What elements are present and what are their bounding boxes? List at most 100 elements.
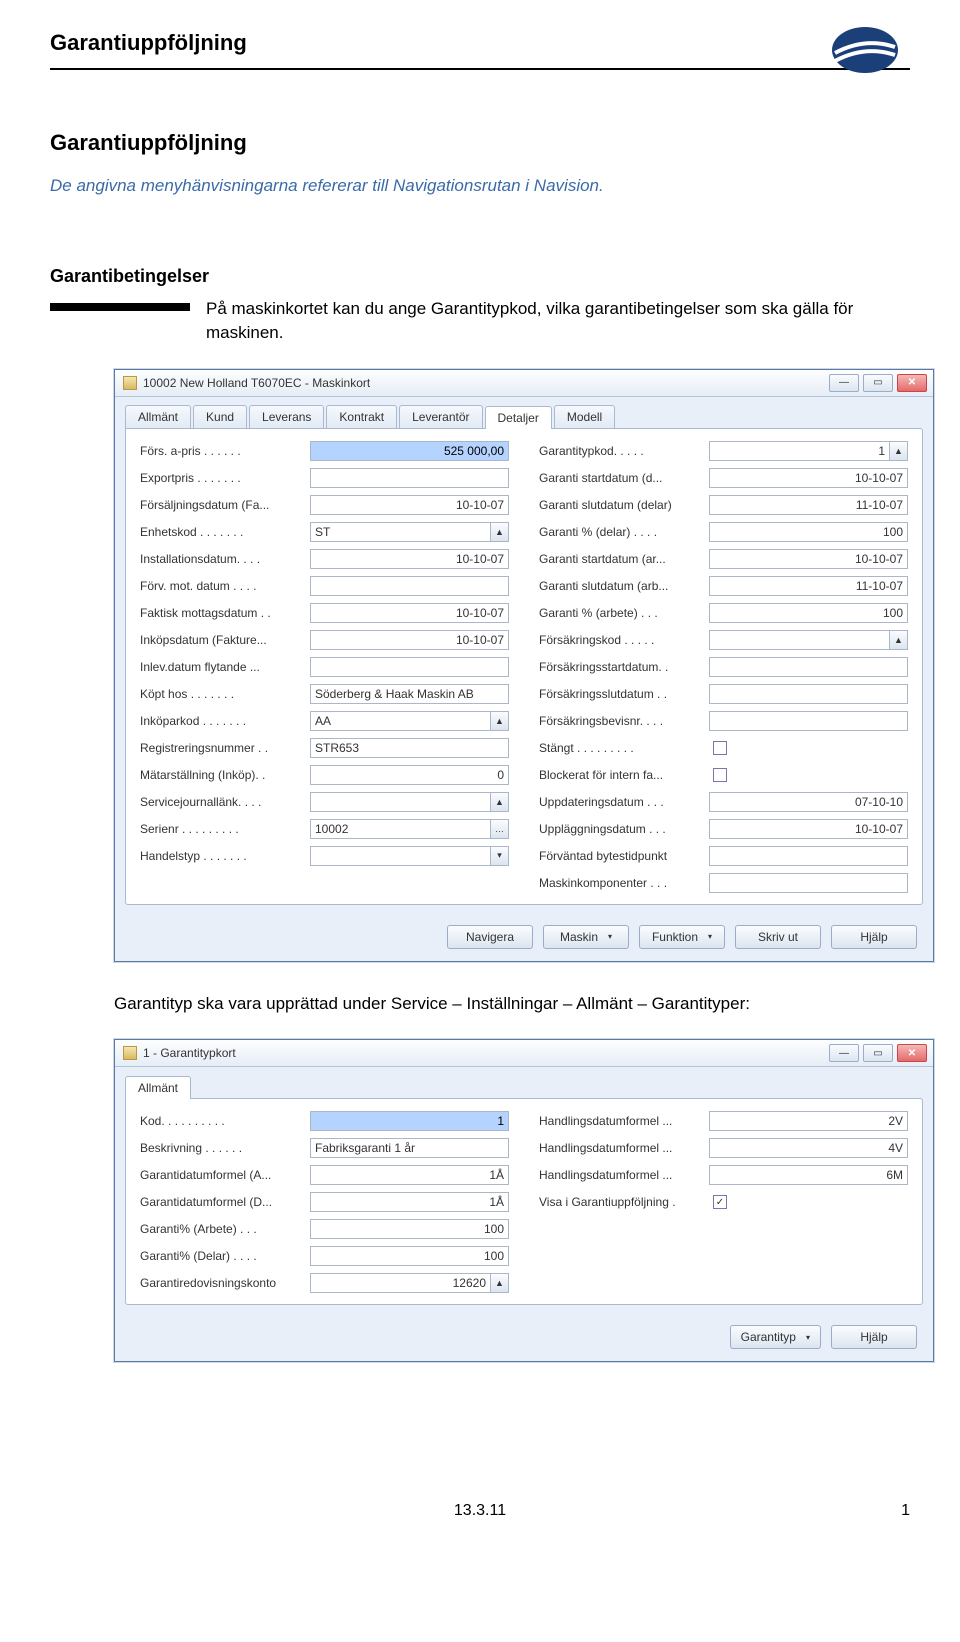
checkbox[interactable]: ✓ (713, 1195, 727, 1209)
text-input[interactable] (709, 684, 908, 704)
text-input[interactable]: 10-10-07 (310, 603, 509, 623)
field: Garanti slutdatum (arb...11-10-07 (539, 574, 908, 598)
text-input[interactable]: ST (310, 522, 491, 542)
section-underline (50, 303, 190, 311)
text-input[interactable] (310, 468, 509, 488)
field-label: Garanti startdatum (ar... (539, 552, 709, 566)
text-input[interactable]: 1Å (310, 1192, 509, 1212)
text-input[interactable]: 100 (310, 1219, 509, 1239)
text-input[interactable]: 10-10-07 (310, 630, 509, 650)
tab-kund[interactable]: Kund (193, 405, 247, 428)
text-input[interactable] (709, 630, 890, 650)
chevron-down-icon: ▾ (708, 932, 712, 941)
tab-modell[interactable]: Modell (554, 405, 615, 428)
text-input[interactable]: Fabriksgaranti 1 år (310, 1138, 509, 1158)
assist-button[interactable]: ▲ (491, 522, 509, 542)
minimize-button[interactable]: — (829, 374, 859, 392)
garantityp-button[interactable]: Garantityp▾ (730, 1325, 821, 1349)
field: Försäkringsslutdatum . . (539, 682, 908, 706)
text-input[interactable] (310, 846, 491, 866)
text-input[interactable] (709, 657, 908, 677)
text-input[interactable]: 1Å (310, 1165, 509, 1185)
field-label: Försäkringsbevisnr. . . . (539, 714, 709, 728)
skriv-ut-button[interactable]: Skriv ut (735, 925, 821, 949)
assist-button[interactable]: … (491, 819, 509, 839)
tab-allmänt[interactable]: Allmänt (125, 405, 191, 428)
field-label: Köpt hos . . . . . . . (140, 687, 310, 701)
chevron-down-icon: ▾ (806, 1333, 810, 1342)
section-heading-garantibetingelser: Garantibetingelser (50, 266, 910, 287)
text-input[interactable]: STR653 (310, 738, 509, 758)
text-input[interactable]: 10-10-07 (310, 549, 509, 569)
text-input[interactable] (709, 873, 908, 893)
field: Garanti % (delar) . . . .100 (539, 520, 908, 544)
intro-text: De angivna menyhänvisningarna refererar … (50, 176, 910, 196)
tab-kontrakt[interactable]: Kontrakt (326, 405, 397, 428)
checkbox[interactable] (713, 741, 727, 755)
text-input[interactable]: 2V (709, 1111, 908, 1131)
text-input[interactable]: 07-10-10 (709, 792, 908, 812)
funktion-button[interactable]: Funktion▾ (639, 925, 725, 949)
field-label: Servicejournallänk. . . . (140, 795, 310, 809)
checkbox[interactable] (713, 768, 727, 782)
text-input[interactable]: 0 (310, 765, 509, 785)
text-input[interactable]: 12620 (310, 1273, 491, 1293)
close-button[interactable]: ✕ (897, 1044, 927, 1062)
text-input[interactable]: 1 (310, 1111, 509, 1131)
text-input[interactable]: 525 000,00 (310, 441, 509, 461)
tab-leverans[interactable]: Leverans (249, 405, 324, 428)
tab-leverantör[interactable]: Leverantör (399, 405, 482, 428)
text-input[interactable]: 1 (709, 441, 890, 461)
field: Blockerat för intern fa... (539, 763, 908, 787)
maskin-button[interactable]: Maskin▾ (543, 925, 629, 949)
maximize-button[interactable]: ▭ (863, 1044, 893, 1062)
text-input[interactable]: 10002 (310, 819, 491, 839)
text-input[interactable]: 100 (709, 522, 908, 542)
field-label: Maskinkomponenter . . . (539, 876, 709, 890)
field: Visa i Garantiuppföljning .✓ (539, 1190, 908, 1214)
navigera-button[interactable]: Navigera (447, 925, 533, 949)
text-input[interactable] (310, 576, 509, 596)
hjälp-button[interactable]: Hjälp (831, 1325, 917, 1349)
text-input[interactable]: AA (310, 711, 491, 731)
header-title: Garantiuppföljning (50, 30, 910, 56)
minimize-button[interactable]: — (829, 1044, 859, 1062)
text-input[interactable]: 10-10-07 (709, 819, 908, 839)
tab-allmänt[interactable]: Allmänt (125, 1076, 191, 1099)
text-input[interactable]: Söderberg & Haak Maskin AB (310, 684, 509, 704)
hjälp-button[interactable]: Hjälp (831, 925, 917, 949)
field: Handlingsdatumformel ...2V (539, 1109, 908, 1133)
assist-button[interactable]: ▲ (491, 792, 509, 812)
field: Uppdateringsdatum . . .07-10-10 (539, 790, 908, 814)
text-input[interactable]: 10-10-07 (709, 549, 908, 569)
assist-button[interactable]: ▲ (890, 630, 908, 650)
field-label: Stängt . . . . . . . . . (539, 741, 709, 755)
text-input[interactable]: 100 (709, 603, 908, 623)
text-input[interactable] (310, 792, 491, 812)
chevron-down-icon: ▾ (608, 932, 612, 941)
text-input[interactable] (709, 846, 908, 866)
text-input[interactable]: 10-10-07 (310, 495, 509, 515)
text-input[interactable]: 100 (310, 1246, 509, 1266)
field-label: Garanti % (arbete) . . . (539, 606, 709, 620)
field: Försäkringsstartdatum. . (539, 655, 908, 679)
text-input[interactable]: 6M (709, 1165, 908, 1185)
field: Uppläggningsdatum . . .10-10-07 (539, 817, 908, 841)
maximize-button[interactable]: ▭ (863, 374, 893, 392)
form-icon (123, 1046, 137, 1060)
text-input[interactable]: 11-10-07 (709, 495, 908, 515)
text-input[interactable] (310, 657, 509, 677)
text-input[interactable] (709, 711, 908, 731)
assist-button[interactable]: ▾ (491, 846, 509, 866)
close-button[interactable]: ✕ (897, 374, 927, 392)
text-input[interactable]: 10-10-07 (709, 468, 908, 488)
assist-button[interactable]: ▲ (491, 1273, 509, 1293)
tab-detaljer[interactable]: Detaljer (485, 406, 552, 429)
field: Handlingsdatumformel ...6M (539, 1163, 908, 1187)
field-label: Handelstyp . . . . . . . (140, 849, 310, 863)
page-header: Garantiuppföljning (50, 30, 910, 70)
assist-button[interactable]: ▲ (890, 441, 908, 461)
assist-button[interactable]: ▲ (491, 711, 509, 731)
text-input[interactable]: 11-10-07 (709, 576, 908, 596)
text-input[interactable]: 4V (709, 1138, 908, 1158)
